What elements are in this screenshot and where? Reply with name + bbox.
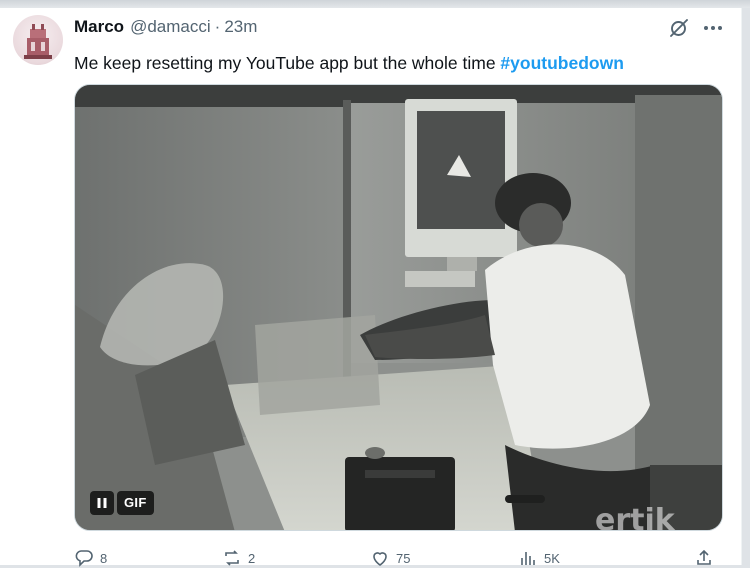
views-button[interactable]: 5K bbox=[518, 548, 560, 568]
views-count: 5K bbox=[544, 550, 560, 566]
pause-icon bbox=[97, 498, 107, 508]
gif-badge: GIF bbox=[117, 491, 154, 515]
like-count: 75 bbox=[396, 550, 411, 566]
user-handle[interactable]: @damacci bbox=[130, 16, 211, 38]
tweet-header: Marco @damacci · 23m bbox=[74, 16, 257, 38]
more-icon bbox=[704, 26, 722, 30]
separator-dot: · bbox=[214, 17, 221, 36]
avatar[interactable] bbox=[13, 15, 63, 65]
timestamp[interactable]: 23m bbox=[224, 16, 257, 38]
repost-button[interactable]: 2 bbox=[222, 548, 255, 568]
heart-icon bbox=[373, 552, 387, 566]
more-options-button[interactable] bbox=[702, 19, 724, 37]
svg-text:ertik: ertik bbox=[595, 503, 676, 531]
reply-count: 8 bbox=[100, 550, 108, 566]
share-icon bbox=[697, 549, 711, 565]
grok-button[interactable] bbox=[668, 17, 690, 39]
tweet-body: Me keep resetting my YouTube app but the… bbox=[74, 53, 501, 73]
gif-frame: ertik bbox=[75, 85, 722, 531]
like-button[interactable]: 75 bbox=[370, 548, 410, 568]
gif-controls: GIF bbox=[90, 490, 154, 516]
gif-media[interactable]: ertik GIF bbox=[74, 84, 723, 531]
display-name[interactable]: Marco bbox=[74, 16, 124, 38]
tweet-text: Me keep resetting my YouTube app but the… bbox=[74, 51, 724, 75]
hashtag-link[interactable]: #youtubedown bbox=[500, 53, 623, 73]
share-button[interactable] bbox=[694, 548, 714, 568]
views-icon bbox=[521, 552, 535, 565]
reply-button[interactable]: 8 bbox=[74, 548, 107, 568]
repost-count: 2 bbox=[248, 550, 256, 566]
pause-button[interactable] bbox=[90, 491, 114, 515]
window-top-strip bbox=[0, 0, 750, 8]
action-bar: 8 2 75 5K bbox=[74, 548, 724, 568]
repost-icon bbox=[225, 550, 239, 566]
grok-icon bbox=[670, 19, 688, 37]
reply-icon bbox=[75, 550, 93, 567]
avatar-image bbox=[24, 24, 52, 59]
